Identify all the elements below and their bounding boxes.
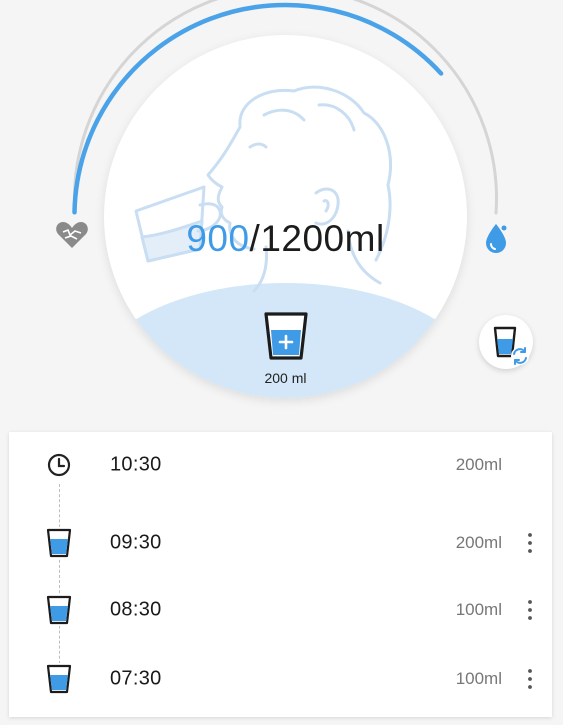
cup-size-label: 200 ml: [264, 370, 307, 386]
goal-text: /1200ml: [249, 218, 385, 259]
more-vert-icon[interactable]: [518, 664, 542, 694]
record-time: 10:30: [110, 453, 162, 476]
record-amount: 100ml: [455, 600, 502, 619]
water-drop-icon: [486, 224, 507, 253]
water-cup-icon: [45, 663, 73, 695]
more-vert-icon[interactable]: [518, 595, 542, 625]
cup-plus-icon[interactable]: [262, 310, 310, 362]
record-amount: 200ml: [455, 455, 502, 474]
record-amount: 200ml: [455, 533, 502, 552]
record-time: 09:30: [110, 531, 162, 554]
heart-icon: [56, 222, 88, 248]
record-time: 07:30: [110, 667, 162, 690]
list-item: 08:30 100ml: [9, 590, 552, 630]
clock-icon: [45, 451, 73, 479]
intake-readout: 900/1200ml: [104, 218, 467, 260]
switch-cup-button[interactable]: [479, 315, 533, 369]
cup-switch-icon: [493, 326, 529, 365]
water-cup-icon: [45, 527, 73, 559]
current-intake: 900: [186, 218, 250, 259]
list-item-reminder: 10:30 200ml: [9, 445, 552, 485]
more-vert-icon[interactable]: [518, 528, 542, 558]
record-amount: 100ml: [455, 669, 502, 688]
list-item: 09:30 200ml: [9, 523, 552, 563]
record-time: 08:30: [110, 598, 162, 621]
intake-history-list: 10:30 200ml 09:30 200ml 08:30 100ml 07:3…: [9, 432, 552, 717]
intake-circle: 900/1200ml 200 ml: [104, 35, 467, 398]
water-cup-icon: [45, 594, 73, 626]
list-item: 07:30 100ml: [9, 659, 552, 699]
timeline-connector: [59, 484, 60, 679]
